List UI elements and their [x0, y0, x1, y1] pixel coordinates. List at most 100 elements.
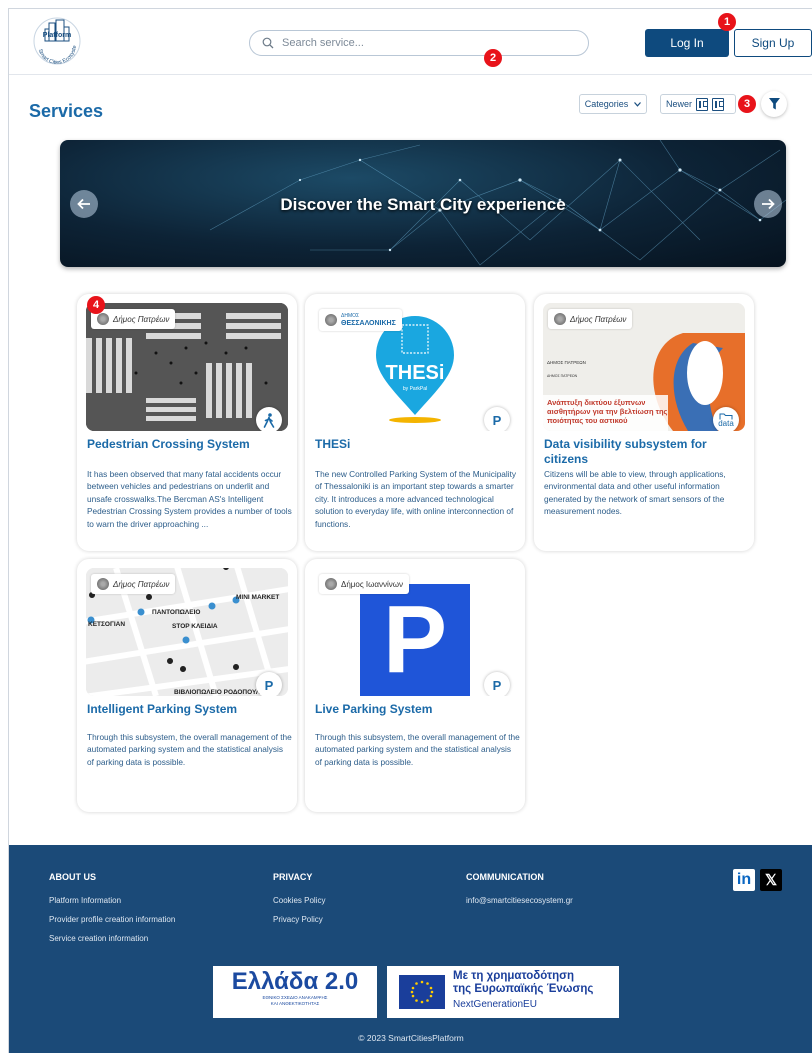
platform-logo[interactable]: Platform Smart Cities Ecosystem — [29, 11, 83, 67]
card-title[interactable]: THESi — [315, 437, 520, 452]
municipality-badge: Δήμος Πατρέων — [548, 309, 633, 329]
parking-badge-icon: P — [256, 672, 282, 696]
service-card-pedestrian-crossing[interactable]: Δήμος Πατρέων Pedestrian Crossing System… — [77, 294, 297, 551]
signup-button[interactable]: Sign Up — [734, 29, 812, 57]
map-label-stop-kleidia: STOP ΚΛΕΙΔΙΑ — [172, 623, 218, 630]
footer-link-provider-profile[interactable]: Provider profile creation information — [49, 915, 175, 924]
service-card-thesi[interactable]: THESi by ParkPal ΔΗΜΟΣ ΘΕΣΣΑΛΟΝΙΚΗΣ P TH… — [305, 294, 525, 551]
map-label-mini-market: MINI MARKET — [236, 594, 279, 601]
poster-text-2: ΔΗΜΟΣ ΠΑΤΡΕΩΝ — [547, 374, 578, 378]
municipality-name: Δήμος Ιωαννίνων — [341, 579, 404, 589]
map-label-ketsogian: ΚΕΤΣΟΓΙΑΝ — [88, 621, 125, 628]
footer-communication: COMMUNICATION info@smartcitiesecosystem.… — [466, 872, 573, 915]
card-description: The new Controlled Parking System of the… — [315, 469, 517, 529]
search-input[interactable] — [282, 37, 562, 49]
municipality-seal-icon — [97, 313, 109, 325]
eu-line-1: Με τη χρηματοδότηση — [453, 970, 575, 982]
municipality-name: ΘΕΣΣΑΛΟΝΙΚΗΣ — [341, 320, 396, 327]
linkedin-icon[interactable]: in — [733, 869, 755, 891]
municipality-name: Δήμος Πατρέων — [113, 579, 170, 589]
category-badge — [256, 407, 282, 431]
filter-button[interactable] — [761, 91, 787, 117]
carousel-prev-button[interactable] — [70, 190, 98, 218]
eu-line-3: NextGenerationEU — [453, 999, 537, 1010]
footer: ABOUT US Platform Information Provider p… — [9, 845, 812, 1053]
map-label-bookstore: ΒΙΒΛΙΟΠΩΛΕΙΟ ΡΟΔΟΠΟΥΛΟΣ — [174, 689, 269, 696]
card-description: Citizens will be able to view, through a… — [544, 469, 726, 517]
carousel-next-button[interactable] — [754, 190, 782, 218]
marker-2: 2 — [484, 49, 502, 67]
sensor-poster-image: ΔΗΜΟΣ ΠΑΤΡΕΩΝ ΔΗΜΟΣ ΠΑΤΡΕΩΝ Ανάπτυξη δικ… — [543, 303, 745, 431]
municipality-badge: ΔΗΜΟΣ ΘΕΣΣΑΛΟΝΙΚΗΣ — [319, 309, 402, 331]
footer-link-service-creation[interactable]: Service creation information — [49, 934, 175, 943]
thesi-wordmark: THESi — [386, 362, 445, 384]
municipality-seal-icon — [554, 313, 566, 325]
municipality-prefix: ΔΗΜΟΣ — [341, 313, 360, 319]
marker-1: 1 — [718, 13, 736, 31]
logo-text: Platform — [43, 32, 71, 39]
municipality-name-block: ΔΗΜΟΣ ΘΕΣΣΑΛΟΝΙΚΗΣ — [341, 313, 396, 327]
municipality-badge: Δήμος Ιωαννίνων — [319, 574, 410, 594]
footer-link-cookies-policy[interactable]: Cookies Policy — [273, 896, 325, 905]
eu-flag-icon — [399, 975, 445, 1009]
data-badge-label: data — [718, 418, 734, 428]
x-twitter-icon[interactable]: 𝕏 — [760, 869, 782, 891]
sort-descending-icon[interactable] — [696, 97, 709, 111]
card-description: It has been observed that many fatal acc… — [87, 469, 292, 529]
footer-link-platform-info[interactable]: Platform Information — [49, 896, 175, 905]
login-button[interactable]: Log In — [645, 29, 729, 57]
footer-privacy-heading: PRIVACY — [273, 872, 313, 882]
search-bar[interactable] — [249, 30, 589, 56]
footer-communication-heading: COMMUNICATION — [466, 872, 544, 882]
marker-3: 3 — [738, 95, 756, 113]
page: Platform Smart Cities Ecosystem 2 Log In… — [8, 8, 812, 1053]
card-description: Through this subsystem, the overall mana… — [87, 732, 292, 767]
sort-control[interactable]: Newer — [660, 94, 736, 114]
card-title[interactable]: Data visibility subsystem for citizens — [544, 437, 749, 467]
municipality-seal-icon — [325, 578, 337, 590]
service-card-live-parking[interactable]: P Δήμος Ιωαννίνων P Live Parking System … — [305, 559, 525, 812]
footer-email-link[interactable]: info@smartcitiesecosystem.gr — [466, 896, 573, 905]
eu-line-2: της Ευρωπαϊκής Ένωσης — [453, 983, 594, 995]
categories-label: Categories — [584, 99, 629, 109]
municipality-seal-icon — [325, 314, 337, 326]
parking-sign-image: P Δήμος Ιωαννίνων P — [314, 568, 516, 696]
arrow-left-icon — [77, 198, 90, 210]
footer-about-heading: ABOUT US — [49, 872, 96, 882]
chevron-down-icon — [634, 101, 642, 107]
poster-caption: Ανάπτυξη δικτύου έξυπνων αισθητήρων για … — [547, 398, 668, 425]
service-card-intelligent-parking[interactable]: MINI MARKET ΠΑΝΤΟΠΩΛΕΙΟ ΚΕΤΣΟΓΙΑΝ STOP Κ… — [77, 559, 297, 812]
footer-link-privacy-policy[interactable]: Privacy Policy — [273, 915, 325, 924]
filter-icon — [768, 98, 780, 110]
parking-sign-letter: P — [382, 586, 448, 693]
marker-4: 4 — [87, 296, 105, 314]
parking-badge-icon: P — [484, 407, 510, 431]
crosswalk-image: Δήμος Πατρέων — [86, 303, 288, 431]
greece-2-0-logo: Ελλάδα 2.0 ΕΘΝΙΚΟ ΣΧΕΔΙΟ ΑΝΑΚΑΜΨΗΣ ΚΑΙ Α… — [213, 966, 377, 1018]
banner-headline: Discover the Smart City experience — [280, 195, 566, 214]
municipality-name: Δήμος Πατρέων — [113, 314, 170, 324]
card-title[interactable]: Live Parking System — [315, 702, 520, 717]
municipality-seal-icon — [97, 578, 109, 590]
poster-text-1: ΔΗΜΟΣ ΠΑΤΡΕΩΝ — [547, 360, 586, 365]
copyright-text: © 2023 SmartCitiesPlatform — [358, 1033, 464, 1043]
parking-map-image: MINI MARKET ΠΑΝΤΟΠΩΛΕΙΟ ΚΕΤΣΟΓΙΑΝ STOP Κ… — [86, 568, 288, 696]
sort-ascending-icon[interactable] — [712, 97, 725, 111]
hero-carousel: Discover the Smart City experience — [60, 140, 786, 267]
data-folder-icon: data — [713, 407, 739, 431]
thesi-subtext: by ParkPal — [403, 386, 427, 392]
search-icon — [262, 37, 274, 49]
card-title[interactable]: Pedestrian Crossing System — [87, 437, 292, 452]
thesi-logo-image: THESi by ParkPal ΔΗΜΟΣ ΘΕΣΣΑΛΟΝΙΚΗΣ P — [314, 303, 516, 431]
service-card-data-visibility[interactable]: ΔΗΜΟΣ ΠΑΤΡΕΩΝ ΔΗΜΟΣ ΠΑΤΡΕΩΝ Ανάπτυξη δικ… — [534, 294, 754, 551]
footer-about: ABOUT US Platform Information Provider p… — [49, 872, 175, 953]
sort-label: Newer — [666, 99, 693, 109]
greece-logo-text: Ελλάδα 2.0 — [231, 968, 359, 995]
municipality-name: Δήμος Πατρέων — [570, 314, 627, 324]
card-description: Through this subsystem, the overall mana… — [315, 732, 520, 767]
municipality-badge: Δήμος Πατρέων — [91, 309, 176, 329]
categories-dropdown[interactable]: Categories — [579, 94, 647, 114]
arrow-right-icon — [762, 198, 775, 210]
map-label-pantopoleio: ΠΑΝΤΟΠΩΛΕΙΟ — [152, 609, 200, 616]
card-title[interactable]: Intelligent Parking System — [87, 702, 292, 717]
